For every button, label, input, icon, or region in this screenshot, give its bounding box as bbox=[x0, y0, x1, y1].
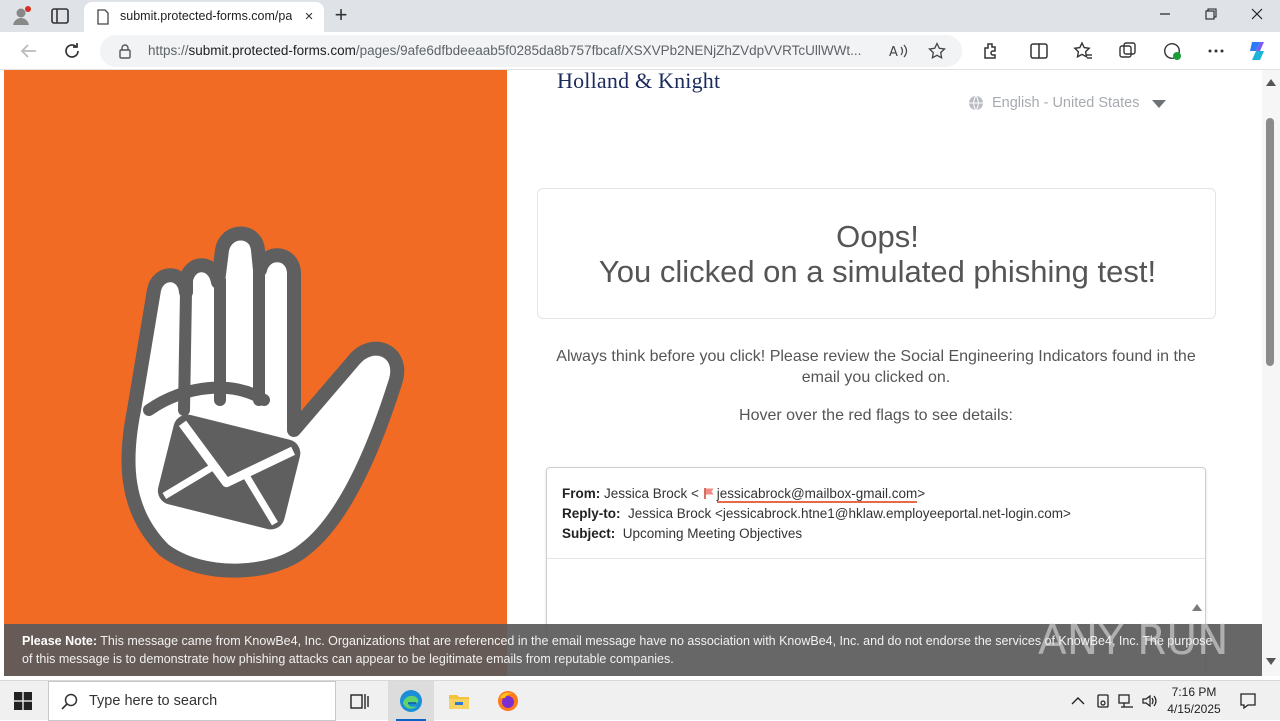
url-host: submit.protected-forms.com bbox=[188, 43, 356, 58]
from-label: From: bbox=[562, 486, 601, 501]
email-replyto-row: Reply-to: Jessica Brock <jessicabrock.ht… bbox=[562, 506, 1071, 521]
url-path: /pages/9afe6dfbdeeaab5f0285da8b757fbcaf/… bbox=[355, 43, 862, 58]
minimize-icon bbox=[1160, 13, 1170, 15]
windows-taskbar: Type here to search 7:16 PM 4/15/2025 bbox=[0, 680, 1280, 721]
hover-instructions: Hover over the red flags to see details: bbox=[739, 407, 1013, 424]
task-view-icon[interactable] bbox=[348, 689, 372, 713]
holland-knight-logo: Holland & Knight bbox=[557, 70, 721, 93]
stop-hand-envelope-icon bbox=[121, 226, 405, 578]
svg-text:A: A bbox=[889, 45, 898, 60]
close-icon bbox=[1251, 8, 1263, 20]
read-aloud-icon[interactable]: A bbox=[888, 42, 908, 60]
clock-time: 7:16 PM bbox=[1171, 685, 1217, 699]
restore-icon bbox=[1205, 8, 1217, 20]
watermark-text: ANY RUN bbox=[1038, 615, 1229, 664]
page-content: Holland & Knight English - United States… bbox=[0, 70, 1262, 676]
oops-message-card: Oops! You clicked on a simulated phishin… bbox=[537, 188, 1216, 319]
notice-body: This message came from KnowBe4, Inc. Org… bbox=[22, 634, 1213, 666]
search-placeholder: Type here to search bbox=[89, 693, 218, 709]
red-flag-icon[interactable] bbox=[703, 487, 715, 499]
refresh-icon[interactable] bbox=[61, 40, 83, 62]
orange-side-panel bbox=[4, 70, 507, 676]
replyto-value: Jessica Brock <jessicabrock.htne1@hklaw.… bbox=[628, 506, 1071, 521]
url-text[interactable]: https://submit.protected-forms.com/pages… bbox=[148, 43, 878, 58]
search-icon bbox=[61, 693, 78, 710]
clock-date: 4/15/2025 bbox=[1167, 702, 1221, 716]
subject-value: Upcoming Meeting Objectives bbox=[622, 526, 803, 541]
globe-icon bbox=[969, 95, 983, 111]
email-header-divider bbox=[547, 558, 1205, 559]
windows-start-icon[interactable] bbox=[14, 692, 32, 710]
lock-icon[interactable] bbox=[118, 43, 132, 59]
close-window-button[interactable] bbox=[1242, 4, 1272, 28]
subject-label: Subject: bbox=[562, 526, 616, 541]
watermark-label: ANY RUN bbox=[1038, 615, 1229, 664]
file-explorer-icon[interactable] bbox=[447, 689, 471, 713]
review-instructions: Always think before you click! Please re… bbox=[556, 348, 1196, 386]
scroll-up-arrow-icon[interactable] bbox=[1266, 78, 1276, 86]
from-close: > bbox=[917, 486, 926, 501]
profile-icon[interactable] bbox=[10, 5, 32, 27]
browser-tab-active[interactable]: submit.protected-forms.com/pages/9afe6df… bbox=[84, 2, 324, 32]
edge-browser-icon[interactable] bbox=[399, 689, 423, 713]
url-scheme: https:// bbox=[148, 43, 189, 58]
notification-center-icon[interactable] bbox=[1239, 692, 1257, 710]
taskbar-search-box[interactable]: Type here to search bbox=[48, 681, 336, 721]
back-arrow-icon[interactable] bbox=[18, 40, 40, 62]
minimize-button[interactable] bbox=[1150, 4, 1180, 28]
notice-label: Please Note: bbox=[22, 634, 98, 648]
favorites-icon[interactable] bbox=[1073, 41, 1093, 61]
firefox-icon[interactable] bbox=[496, 689, 520, 713]
extensions-icon[interactable] bbox=[981, 41, 1001, 61]
network-icon[interactable] bbox=[1118, 693, 1134, 709]
language-label: English - United States bbox=[992, 95, 1140, 111]
scroll-down-arrow-icon[interactable] bbox=[1266, 658, 1276, 666]
chevron-up-icon[interactable] bbox=[1070, 693, 1086, 709]
scrollbar-thumb[interactable] bbox=[1266, 118, 1274, 366]
device-icon[interactable] bbox=[1095, 693, 1111, 709]
language-selector[interactable]: English - United States bbox=[968, 94, 1178, 114]
more-options-icon[interactable] bbox=[1206, 41, 1226, 61]
copilot-icon[interactable] bbox=[1246, 39, 1270, 63]
volume-icon[interactable] bbox=[1141, 693, 1157, 709]
replyto-label: Reply-to: bbox=[562, 506, 621, 521]
address-bar[interactable]: https://submit.protected-forms.com/pages… bbox=[100, 35, 962, 67]
collections-icon[interactable] bbox=[1118, 41, 1138, 61]
page-icon bbox=[97, 9, 109, 25]
page-scrollbar[interactable] bbox=[1262, 70, 1280, 676]
email-from-row: From: Jessica Brock < jessicabrock@mailb… bbox=[562, 486, 926, 503]
restore-button[interactable] bbox=[1196, 4, 1226, 28]
favorite-star-icon[interactable] bbox=[928, 42, 946, 60]
new-tab-button[interactable]: + bbox=[330, 4, 352, 27]
chevron-down-icon bbox=[1152, 100, 1166, 108]
split-screen-icon[interactable] bbox=[1029, 41, 1049, 61]
browser-essentials-icon[interactable] bbox=[1162, 41, 1182, 61]
oops-heading: Oops! bbox=[836, 219, 919, 254]
system-clock[interactable]: 7:16 PM 4/15/2025 bbox=[1158, 684, 1230, 718]
browser-tab-bar: submit.protected-forms.com/pages/9afe6df… bbox=[0, 0, 1280, 32]
tab-close-button[interactable]: × bbox=[300, 8, 318, 26]
tab-title: submit.protected-forms.com/pages/9afe6df… bbox=[120, 9, 292, 23]
email-subject-row: Subject: Upcoming Meeting Objectives bbox=[562, 526, 802, 541]
phishing-test-heading: You clicked on a simulated phishing test… bbox=[598, 254, 1157, 289]
from-address[interactable]: jessicabrock@mailbox-gmail.com bbox=[716, 486, 918, 503]
tab-actions-icon[interactable] bbox=[50, 7, 70, 25]
from-name: Jessica Brock < bbox=[604, 486, 699, 501]
anyrun-watermark: ANY RUN bbox=[1038, 615, 1229, 664]
browser-toolbar: https://submit.protected-forms.com/pages… bbox=[0, 32, 1280, 70]
